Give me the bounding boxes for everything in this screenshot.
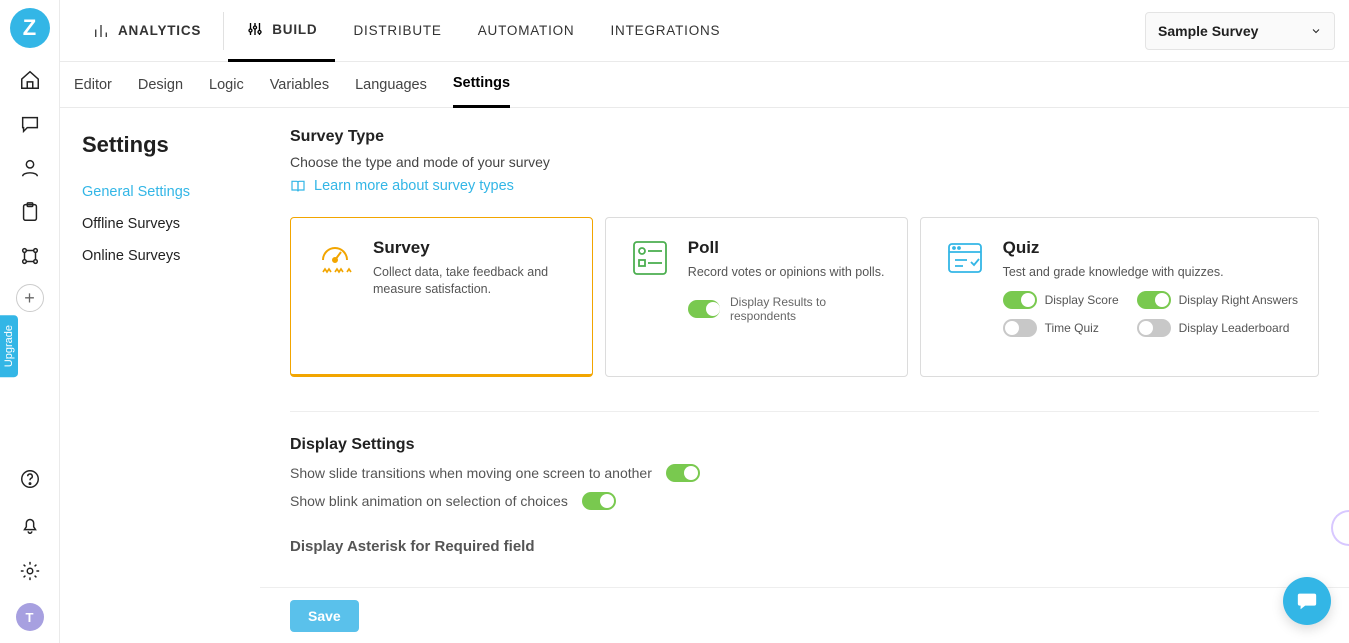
upgrade-tab[interactable]: Upgrade: [0, 315, 18, 377]
card-poll[interactable]: Poll Record votes or opinions with polls…: [605, 217, 908, 377]
tab-distribute[interactable]: DISTRIBUTE: [335, 0, 459, 62]
tab-analytics[interactable]: ANALYTICS: [74, 0, 219, 62]
save-button[interactable]: Save: [290, 600, 359, 632]
learn-more-link[interactable]: Learn more about survey types: [290, 178, 514, 194]
chevron-down-icon: [1310, 25, 1322, 37]
subtab-variables[interactable]: Variables: [270, 62, 329, 108]
brand-letter: Z: [23, 15, 36, 41]
display-score-label: Display Score: [1045, 293, 1119, 307]
poll-display-results-label: Display Results to respondents: [730, 295, 887, 323]
tab-automation-label: AUTOMATION: [478, 23, 575, 38]
bell-icon[interactable]: [0, 503, 60, 547]
poll-icon: [626, 238, 674, 286]
tab-distribute-label: DISTRIBUTE: [353, 23, 441, 38]
sidebar-item-online[interactable]: Online Surveys: [82, 240, 238, 272]
survey-icon: [311, 238, 359, 286]
subtab-settings[interactable]: Settings: [453, 62, 510, 108]
sub-nav: Editor Design Logic Variables Languages …: [60, 62, 1349, 108]
card-poll-title: Poll: [688, 238, 887, 258]
chat-launcher[interactable]: [1283, 577, 1331, 625]
divider: [290, 411, 1319, 412]
toggle-time-quiz[interactable]: [1003, 319, 1037, 337]
settings-sidebar: Settings General Settings Offline Survey…: [60, 108, 260, 643]
display-settings-title: Display Settings: [290, 436, 1319, 454]
toggle-slide-transitions[interactable]: [666, 464, 700, 482]
card-quiz[interactable]: Quiz Test and grade knowledge with quizz…: [920, 217, 1319, 377]
tab-integrations-label: INTEGRATIONS: [611, 23, 721, 38]
toggle-display-leaderboard[interactable]: [1137, 319, 1171, 337]
toggle-blink-animation[interactable]: [582, 492, 616, 510]
analytics-icon: [92, 22, 110, 40]
toggle-display-right-answers[interactable]: [1137, 291, 1171, 309]
avatar-letter: T: [26, 610, 34, 625]
top-nav: ANALYTICS BUILD DISTRIBUTE AUTOMATION IN…: [60, 0, 1349, 62]
asterisk-title: Display Asterisk for Required field: [290, 538, 1319, 555]
clipboard-icon[interactable]: [0, 190, 60, 234]
chat-bubble-icon: [1296, 590, 1318, 612]
tab-build[interactable]: BUILD: [228, 0, 335, 62]
avatar[interactable]: T: [16, 603, 44, 631]
survey-type-desc: Choose the type and mode of your survey: [290, 154, 1319, 170]
chat-icon[interactable]: [0, 102, 60, 146]
brand-logo[interactable]: Z: [10, 8, 50, 48]
book-icon: [290, 178, 306, 194]
transitions-label: Show slide transitions when moving one s…: [290, 465, 652, 481]
card-survey[interactable]: Survey Collect data, take feedback and m…: [290, 217, 593, 377]
tab-separator: [223, 12, 224, 50]
display-leaderboard-label: Display Leaderboard: [1179, 321, 1290, 335]
learn-more-text: Learn more about survey types: [314, 178, 514, 194]
quiz-icon: [941, 238, 989, 286]
subtab-design[interactable]: Design: [138, 62, 183, 108]
time-quiz-label: Time Quiz: [1045, 321, 1099, 335]
toggle-display-score[interactable]: [1003, 291, 1037, 309]
save-bar: Save: [260, 587, 1349, 643]
gear-icon[interactable]: [0, 549, 60, 593]
sidebar-item-offline[interactable]: Offline Surveys: [82, 208, 238, 240]
panel: Survey Type Choose the type and mode of …: [260, 108, 1349, 643]
card-quiz-desc: Test and grade knowledge with quizzes.: [1003, 264, 1298, 281]
left-rail: Z + Upgrade T: [0, 0, 60, 643]
survey-select[interactable]: Sample Survey: [1145, 12, 1335, 50]
survey-type-title: Survey Type: [290, 128, 1319, 146]
help-icon[interactable]: [0, 457, 60, 501]
card-quiz-title: Quiz: [1003, 238, 1298, 258]
display-right-label: Display Right Answers: [1179, 293, 1298, 307]
blink-label: Show blink animation on selection of cho…: [290, 493, 568, 509]
subtab-languages[interactable]: Languages: [355, 62, 427, 108]
build-icon: [246, 20, 264, 38]
card-poll-desc: Record votes or opinions with polls.: [688, 264, 887, 281]
user-icon[interactable]: [0, 146, 60, 190]
flow-icon[interactable]: [0, 234, 60, 278]
tab-build-label: BUILD: [272, 22, 317, 37]
sidebar-heading: Settings: [82, 132, 238, 158]
add-button[interactable]: +: [16, 284, 44, 312]
subtab-editor[interactable]: Editor: [74, 62, 112, 108]
survey-select-label: Sample Survey: [1158, 23, 1258, 39]
subtab-logic[interactable]: Logic: [209, 62, 244, 108]
tab-automation[interactable]: AUTOMATION: [460, 0, 593, 62]
card-survey-desc: Collect data, take feedback and measure …: [373, 264, 572, 298]
tab-analytics-label: ANALYTICS: [118, 23, 201, 38]
tab-integrations[interactable]: INTEGRATIONS: [593, 0, 739, 62]
toggle-poll-display-results[interactable]: [688, 300, 720, 318]
home-icon[interactable]: [0, 58, 60, 102]
sidebar-item-general[interactable]: General Settings: [82, 176, 238, 208]
card-survey-title: Survey: [373, 238, 572, 258]
